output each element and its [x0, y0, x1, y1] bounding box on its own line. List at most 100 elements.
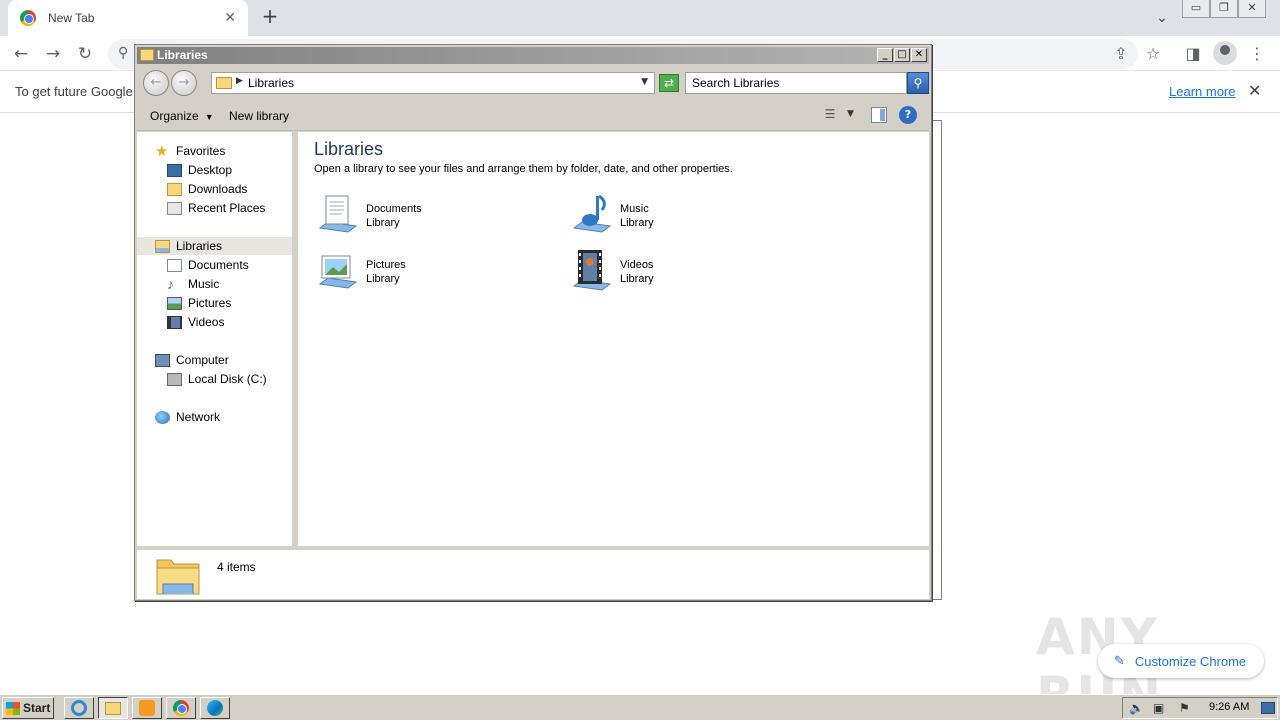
start-button[interactable]: Start	[2, 697, 54, 719]
explorer-maximize-button[interactable]: □	[894, 48, 910, 62]
page-title: Libraries	[314, 139, 384, 159]
library-documents[interactable]: Documents Library	[314, 192, 554, 242]
libraries-folder-icon	[140, 49, 154, 61]
nav-documents[interactable]: Documents	[167, 256, 249, 274]
help-icon[interactable]: ?	[899, 106, 917, 124]
taskbar-chrome-button[interactable]	[166, 697, 196, 719]
explorer-back-button[interactable]: ←	[143, 70, 169, 96]
library-type: Library	[366, 273, 400, 285]
refresh-button[interactable]: ⇄	[659, 74, 679, 92]
search-input[interactable]: Search Libraries	[685, 72, 907, 94]
document-icon	[167, 258, 182, 272]
film-strip-icon	[167, 315, 182, 329]
content-pane: Libraries Open a library to see your fil…	[298, 132, 929, 546]
infobar-close-icon[interactable]: ✕	[1248, 81, 1261, 100]
library-videos[interactable]: Videos Library	[568, 248, 808, 298]
address-row: ← → ▶ Libraries ▼ ⇄ Search Libraries ⚲	[137, 67, 929, 99]
network-status-icon[interactable]: ▣	[1153, 701, 1164, 715]
explorer-minimize-button[interactable]: _	[877, 48, 893, 62]
start-label: Start	[23, 701, 51, 715]
breadcrumb[interactable]: Libraries	[248, 76, 294, 90]
forward-arrow-icon[interactable]: →	[40, 41, 66, 67]
chrome-tab-strip: New Tab ✕ + ⌄ ▭ ❐ ✕	[0, 0, 1280, 36]
menu-kebab-icon[interactable]: ⋮	[1244, 41, 1270, 67]
customize-chrome-label: Customize Chrome	[1134, 653, 1247, 669]
view-dropdown-icon[interactable]: ▼	[847, 109, 854, 119]
documents-library-icon	[318, 195, 358, 233]
clock[interactable]: 9:26 AM	[1209, 701, 1249, 713]
reload-icon[interactable]: ↻	[72, 41, 98, 67]
minimize-button[interactable]: ▭	[1182, 0, 1210, 18]
view-options-icon[interactable]: ☰	[821, 107, 839, 123]
search-go-button[interactable]: ⚲	[907, 72, 929, 94]
library-music[interactable]: Music Library	[568, 192, 808, 242]
file-explorer-icon	[105, 701, 121, 715]
page-description: Open a library to see your files and arr…	[314, 163, 733, 175]
breadcrumb-caret-icon[interactable]: ▶	[236, 76, 243, 86]
nav-favorites[interactable]: ★ Favorites	[155, 142, 225, 160]
tab-new-tab[interactable]: New Tab ✕	[8, 0, 248, 36]
network-globe-icon	[155, 410, 170, 424]
tab-search-chevron-icon[interactable]: ⌄	[1150, 6, 1174, 30]
taskbar-explorer-button[interactable]	[98, 697, 128, 719]
chrome-icon	[173, 700, 189, 716]
nav-label: Network	[176, 410, 221, 424]
explorer-window: Libraries _ □ ✕ ← → ▶ Libraries ▼ ⇄ Sear…	[134, 44, 932, 601]
organize-label: Organize	[150, 109, 199, 123]
nav-videos[interactable]: Videos	[167, 313, 224, 331]
address-dropdown-icon[interactable]: ▼	[641, 77, 648, 87]
libraries-icon	[216, 77, 232, 89]
nav-network[interactable]: Network	[155, 408, 220, 426]
preview-pane-icon[interactable]	[871, 107, 887, 123]
restore-button[interactable]: ❐	[1210, 0, 1238, 18]
nav-label: Computer	[176, 353, 229, 367]
nav-label: Local Disk (C:)	[188, 372, 267, 386]
internet-explorer-icon	[71, 700, 87, 716]
taskbar-media-player-button[interactable]	[132, 697, 162, 719]
details-pane: 4 items	[137, 549, 929, 599]
close-window-button[interactable]: ✕	[1238, 0, 1266, 18]
new-tab-button[interactable]: +	[258, 5, 282, 29]
explorer-address-bar[interactable]: ▶ Libraries ▼	[211, 72, 655, 94]
customize-chrome-button[interactable]: ✎ Customize Chrome	[1098, 644, 1264, 678]
system-tray: 🔈 ▣ ⚑ 9:26 AM	[1122, 697, 1278, 719]
learn-more-link[interactable]: Learn more	[1169, 84, 1235, 99]
nav-desktop[interactable]: Desktop	[167, 161, 232, 179]
bookmark-star-icon[interactable]: ☆	[1140, 41, 1166, 67]
nav-pictures[interactable]: Pictures	[167, 294, 231, 312]
nav-recent-places[interactable]: Recent Places	[167, 199, 265, 217]
desktop-icon	[167, 163, 182, 177]
explorer-close-button[interactable]: ✕	[911, 48, 927, 62]
organize-menu[interactable]: Organize ▼	[150, 109, 214, 123]
share-icon[interactable]: ⇪	[1108, 41, 1134, 67]
explorer-title-bar[interactable]: Libraries _ □ ✕	[137, 47, 929, 64]
command-bar: Organize ▼ New library ☰ ▼ ?	[137, 101, 929, 131]
back-arrow-icon[interactable]: ←	[8, 41, 34, 67]
profile-avatar[interactable]	[1213, 41, 1237, 65]
nav-downloads[interactable]: Downloads	[167, 180, 247, 198]
nav-computer[interactable]: Computer	[155, 351, 229, 369]
explorer-forward-button[interactable]: →	[171, 70, 197, 96]
videos-library-icon	[572, 250, 612, 291]
nav-local-disk[interactable]: Local Disk (C:)	[167, 370, 267, 388]
nav-label: Pictures	[188, 296, 232, 310]
nav-label: Libraries	[176, 239, 223, 253]
action-center-flag-icon[interactable]: ⚑	[1179, 701, 1190, 715]
window-title: Libraries	[157, 48, 208, 62]
libraries-large-icon	[156, 559, 200, 595]
library-pictures[interactable]: Pictures Library	[314, 248, 554, 298]
recent-places-icon	[167, 201, 182, 215]
show-desktop-icon[interactable]	[1261, 702, 1275, 714]
libraries-icon	[155, 239, 170, 253]
library-type: Library	[620, 217, 654, 229]
new-library-button[interactable]: New library	[229, 109, 289, 123]
tab-close-icon[interactable]: ✕	[224, 10, 236, 26]
taskbar-edge-button[interactable]	[200, 697, 230, 719]
nav-libraries[interactable]: Libraries	[137, 237, 292, 255]
nav-music[interactable]: ♪ Music	[167, 275, 219, 293]
nav-label: Favorites	[176, 144, 226, 158]
tab-title: New Tab	[48, 11, 95, 25]
taskbar-ie-button[interactable]	[64, 697, 94, 719]
side-panel-icon[interactable]: ◨	[1180, 41, 1206, 67]
volume-icon[interactable]: 🔈	[1129, 701, 1144, 715]
